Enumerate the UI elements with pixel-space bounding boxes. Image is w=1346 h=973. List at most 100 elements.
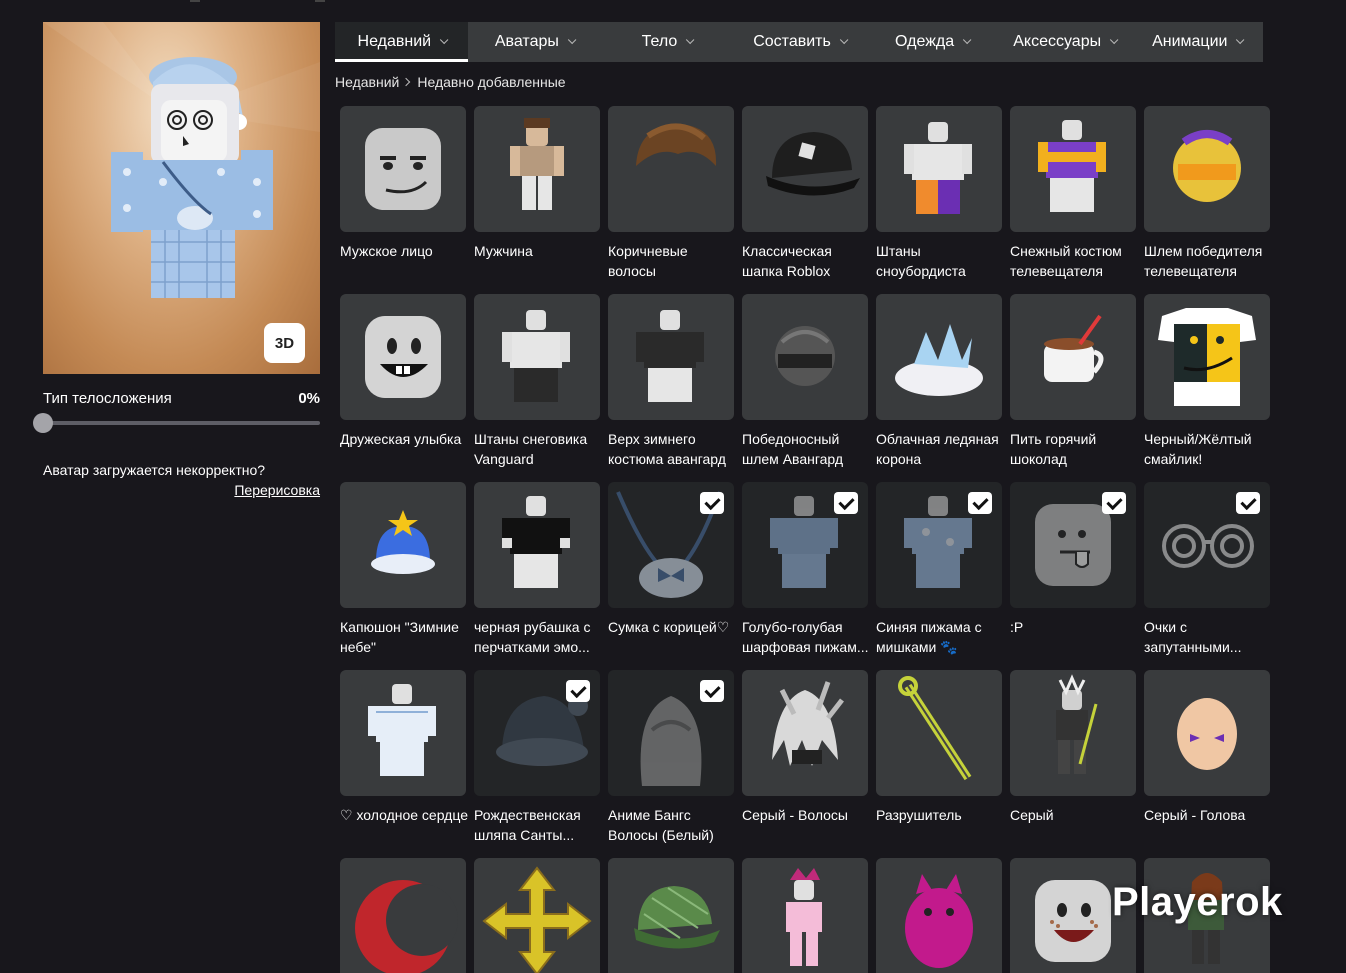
item-thumbnail[interactable] xyxy=(1010,294,1136,420)
item-thumbnail[interactable] xyxy=(876,670,1002,796)
item-thumbnail[interactable] xyxy=(1144,482,1270,608)
item-card[interactable]: Дружеская улыбка xyxy=(340,294,466,449)
avatar-preview[interactable]: 3D xyxy=(43,22,320,374)
item-name[interactable]: Мужское лицо xyxy=(340,241,468,261)
item-card[interactable] xyxy=(474,858,600,973)
item-name[interactable]: Штаны снеговика Vanguard xyxy=(474,429,602,469)
redraw-link[interactable]: Перерисовка xyxy=(200,482,320,498)
item-thumbnail[interactable] xyxy=(474,858,600,973)
body-type-slider-track[interactable] xyxy=(43,421,320,425)
item-thumbnail[interactable] xyxy=(474,294,600,420)
item-thumbnail[interactable] xyxy=(1144,294,1270,420)
check-icon[interactable] xyxy=(834,492,858,514)
item-thumbnail[interactable] xyxy=(1144,670,1270,796)
item-card[interactable]: :P xyxy=(1010,482,1136,637)
item-card[interactable]: Серый - Голова xyxy=(1144,670,1270,825)
check-icon[interactable] xyxy=(566,680,590,702)
item-name[interactable]: Победоносный шлем Авангард xyxy=(742,429,870,469)
tab-6[interactable]: Анимации xyxy=(1130,22,1263,62)
item-card[interactable]: Снежный костюм телевещателя xyxy=(1010,106,1136,281)
item-card[interactable] xyxy=(876,858,1002,973)
item-thumbnail[interactable] xyxy=(608,106,734,232)
item-name[interactable]: ♡ холодное сердце xyxy=(340,805,468,825)
item-card[interactable] xyxy=(742,858,868,973)
item-name[interactable]: Серый - Голова xyxy=(1144,805,1272,825)
item-card[interactable]: Синяя пижама с мишками 🐾 xyxy=(876,482,1002,657)
item-card[interactable]: Рождественская шляпа Санты... xyxy=(474,670,600,845)
item-name[interactable]: Дружеская улыбка xyxy=(340,429,468,449)
item-card[interactable]: ♡ холодное сердце xyxy=(340,670,468,825)
item-thumbnail[interactable] xyxy=(340,106,466,232)
check-icon[interactable] xyxy=(968,492,992,514)
item-name[interactable]: Разрушитель xyxy=(876,805,1004,825)
check-icon[interactable] xyxy=(1236,492,1260,514)
item-card[interactable]: черная рубашка с перчатками эмо... xyxy=(474,482,600,657)
tab-0[interactable]: Недавний xyxy=(335,22,468,62)
item-thumbnail[interactable] xyxy=(474,106,600,232)
item-card[interactable]: Классическая шапка Roblox xyxy=(742,106,868,281)
item-thumbnail[interactable] xyxy=(340,294,466,420)
item-thumbnail[interactable] xyxy=(340,482,466,608)
item-thumbnail[interactable] xyxy=(474,482,600,608)
item-thumbnail[interactable] xyxy=(1144,106,1270,232)
item-name[interactable]: Аниме Бангс Волосы (Белый) xyxy=(608,805,736,845)
item-name[interactable]: Снежный костюм телевещателя xyxy=(1010,241,1138,281)
item-name[interactable]: Очки с запутанными... xyxy=(1144,617,1272,657)
item-thumbnail[interactable] xyxy=(876,482,1002,608)
item-name[interactable]: Коричневые волосы xyxy=(608,241,736,281)
item-card[interactable]: Коричневые волосы xyxy=(608,106,734,281)
item-thumbnail[interactable] xyxy=(340,858,466,973)
item-card[interactable]: Мужчина xyxy=(474,106,600,261)
item-name[interactable]: Классическая шапка Roblox xyxy=(742,241,870,281)
item-thumbnail[interactable] xyxy=(742,294,868,420)
item-name[interactable]: :P xyxy=(1010,617,1138,637)
item-thumbnail[interactable] xyxy=(1010,106,1136,232)
item-name[interactable]: Пить горячий шоколад xyxy=(1010,429,1138,469)
tab-3[interactable]: Составить xyxy=(733,22,866,62)
item-card[interactable]: Очки с запутанными... xyxy=(1144,482,1270,657)
item-card[interactable] xyxy=(340,858,466,973)
item-name[interactable]: Мужчина xyxy=(474,241,602,261)
item-thumbnail[interactable] xyxy=(608,670,734,796)
item-thumbnail[interactable] xyxy=(742,482,868,608)
item-name[interactable]: Рождественская шляпа Санты... xyxy=(474,805,602,845)
item-card[interactable]: Штаны сноубордиста телевещателя xyxy=(876,106,1002,281)
breadcrumb-root[interactable]: Недавний xyxy=(335,74,399,90)
item-name[interactable]: Облачная ледяная корона xyxy=(876,429,1004,469)
check-icon[interactable] xyxy=(700,680,724,702)
item-card[interactable]: Серый xyxy=(1010,670,1136,825)
item-card[interactable]: Верх зимнего костюма авангард xyxy=(608,294,734,469)
item-thumbnail[interactable] xyxy=(876,106,1002,232)
item-card[interactable]: Пить горячий шоколад xyxy=(1010,294,1136,469)
item-thumbnail[interactable] xyxy=(474,670,600,796)
item-thumbnail[interactable] xyxy=(340,670,466,796)
item-name[interactable]: Капюшон "Зимние небе" xyxy=(340,617,468,657)
item-name[interactable]: Серый xyxy=(1010,805,1138,825)
item-thumbnail[interactable] xyxy=(608,482,734,608)
check-icon[interactable] xyxy=(700,492,724,514)
tab-1[interactable]: Аватары xyxy=(468,22,601,62)
item-name[interactable]: Черный/Жёлтый смайлик! xyxy=(1144,429,1272,469)
item-card[interactable]: Голубо-голубая шарфовая пижам... xyxy=(742,482,870,657)
3d-view-button[interactable]: 3D xyxy=(264,323,305,363)
item-card[interactable]: Разрушитель xyxy=(876,670,1002,825)
item-card[interactable] xyxy=(608,858,734,973)
item-name[interactable]: Голубо-голубая шарфовая пижам... xyxy=(742,617,870,657)
item-name[interactable]: Штаны сноубордиста телевещателя xyxy=(876,241,1004,281)
item-name[interactable]: Сумка с корицей♡ xyxy=(608,617,736,637)
item-card[interactable]: Шлем победителя телевещателя xyxy=(1144,106,1270,281)
item-card[interactable]: Серый - Волосы xyxy=(742,670,868,825)
check-icon[interactable] xyxy=(1102,492,1126,514)
item-name[interactable]: Верх зимнего костюма авангард xyxy=(608,429,736,469)
item-name[interactable]: Шлем победителя телевещателя xyxy=(1144,241,1272,281)
item-card[interactable]: Черный/Жёлтый смайлик! xyxy=(1144,294,1270,469)
item-card[interactable]: Мужское лицо xyxy=(340,106,466,261)
item-name[interactable]: Синяя пижама с мишками 🐾 xyxy=(876,617,1004,657)
item-card[interactable]: Штаны снеговика Vanguard xyxy=(474,294,600,469)
tab-2[interactable]: Тело xyxy=(600,22,733,62)
item-thumbnail[interactable] xyxy=(876,858,1002,973)
item-thumbnail[interactable] xyxy=(1010,670,1136,796)
item-thumbnail[interactable] xyxy=(1010,482,1136,608)
item-thumbnail[interactable] xyxy=(876,294,1002,420)
item-thumbnail[interactable] xyxy=(608,858,734,973)
